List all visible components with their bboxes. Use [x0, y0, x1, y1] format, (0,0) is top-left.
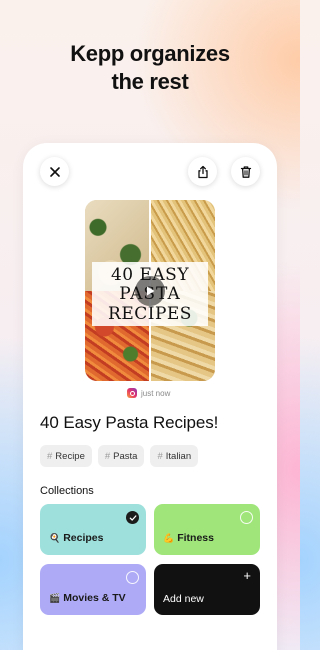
post-title[interactable]: 40 Easy Pasta Recipes! — [40, 413, 218, 433]
item-detail-sheet: 40 EASY PASTA RECIPES just now 40 Easy P… — [23, 143, 277, 650]
hash-icon: # — [157, 450, 163, 462]
collection-label: 🎬 Movies & TV — [49, 592, 126, 604]
add-new-text: Add new — [163, 593, 204, 605]
collection-card-movies-tv[interactable]: 🎬 Movies & TV — [40, 564, 146, 615]
headline-line-1: Kepp organizes — [70, 41, 230, 66]
delete-button[interactable] — [231, 157, 260, 186]
checked-icon — [126, 511, 139, 524]
share-button[interactable] — [188, 157, 217, 186]
tag-chip[interactable]: # Recipe — [40, 445, 92, 467]
post-timestamp: just now — [141, 388, 171, 398]
flexed-biceps-icon: 💪 — [163, 532, 175, 543]
tag-list: # Recipe # Pasta # Italian — [40, 445, 199, 467]
unchecked-icon — [126, 571, 139, 584]
tag-chip[interactable]: # Pasta — [97, 445, 145, 467]
close-button[interactable] — [40, 157, 69, 186]
tag-label: Recipe — [55, 450, 85, 462]
collection-name: Fitness — [177, 532, 214, 544]
headline-line-2: the rest — [111, 69, 189, 94]
hash-icon: # — [47, 450, 53, 462]
add-new-label: Add new — [163, 593, 204, 605]
instagram-icon — [127, 388, 137, 398]
plus-icon: + — [243, 568, 251, 583]
marketing-headline: Kepp organizes the rest — [0, 40, 300, 96]
clapper-board-icon: 🎬 — [49, 592, 61, 603]
collection-name: Movies & TV — [63, 592, 126, 604]
collection-label: 💪 Fitness — [163, 532, 214, 544]
add-new-collection-button[interactable]: + Add new — [154, 564, 260, 615]
close-icon — [49, 166, 60, 177]
tag-label: Italian — [165, 450, 192, 462]
collection-card-recipes[interactable]: 🍳 Recipes — [40, 504, 146, 555]
thumbnail-title-line-3: RECIPES — [108, 304, 192, 324]
collection-name: Recipes — [63, 532, 104, 544]
share-icon — [197, 165, 208, 178]
post-thumbnail[interactable]: 40 EASY PASTA RECIPES — [85, 200, 215, 381]
trash-icon — [240, 165, 251, 178]
play-button[interactable] — [135, 276, 165, 306]
tag-label: Pasta — [113, 450, 138, 462]
collection-card-fitness[interactable]: 💪 Fitness — [154, 504, 260, 555]
collections-heading: Collections — [40, 485, 94, 497]
frying-pan-icon: 🍳 — [49, 532, 61, 543]
hash-icon: # — [104, 450, 111, 462]
unchecked-icon — [240, 511, 253, 524]
tag-chip[interactable]: # Italian — [150, 445, 199, 467]
post-source: just now — [127, 386, 170, 400]
collection-label: 🍳 Recipes — [49, 532, 104, 544]
play-icon — [147, 286, 155, 296]
